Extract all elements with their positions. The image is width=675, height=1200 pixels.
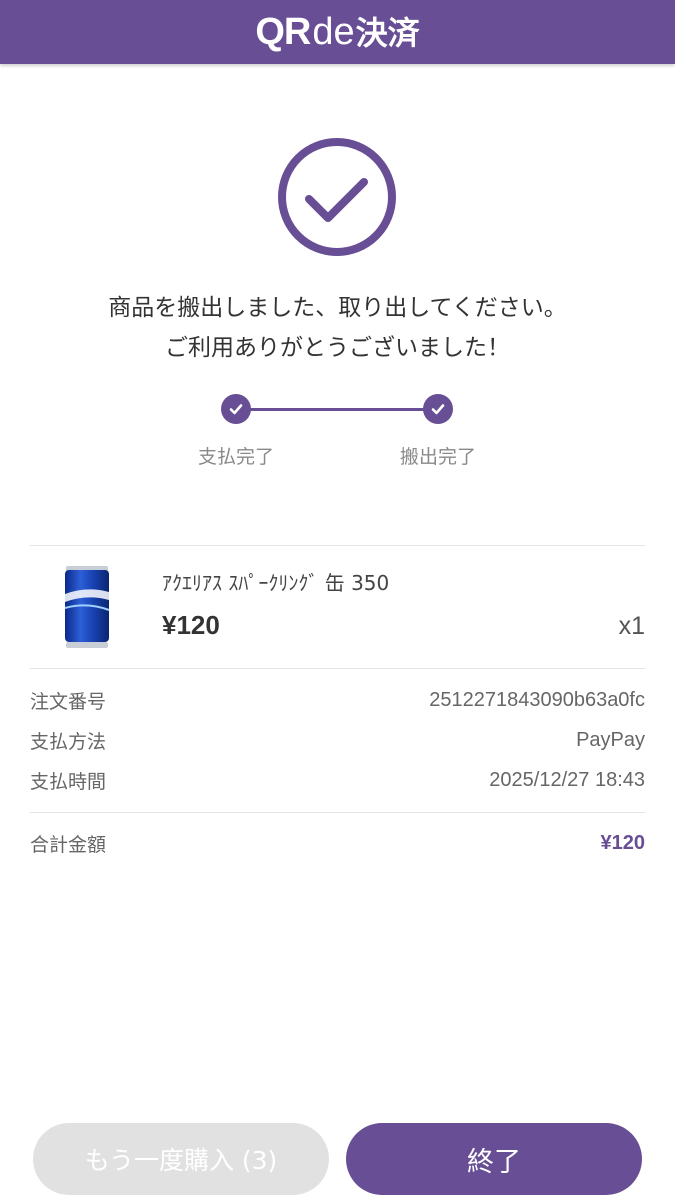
app-logo: QR de 決済 (255, 13, 419, 51)
app-header: QR de 決済 (0, 0, 675, 64)
order-number-row: 注文番号 2512271843090b63a0fc (30, 685, 645, 715)
logo-de-text: de (312, 11, 355, 53)
divider-product (30, 668, 645, 669)
order-number-label: 注文番号 (30, 690, 107, 713)
step-payment-label: 支払完了 (197, 446, 274, 468)
product-price: ¥120 (162, 610, 220, 640)
divider-top (30, 545, 645, 546)
logo-kessai-text: 決済 (355, 14, 420, 52)
divider-total (30, 812, 645, 813)
product-quantity: x1 (618, 612, 645, 640)
payment-time-value: 2025/12/27 18:43 (489, 768, 645, 791)
payment-time-row: 支払時間 2025/12/27 18:43 (30, 765, 645, 795)
product-name: ｱｸｴﾘｱｽ ｽﾊﾟｰｸﾘﾝｸﾞ 缶 350 (162, 571, 390, 595)
total-row: 合計金額 ¥120 (30, 828, 645, 858)
progress-steps: 支払完了 搬出完了 (0, 392, 675, 482)
payment-method-label: 支払方法 (30, 730, 107, 753)
finish-button[interactable]: 終了 (346, 1123, 642, 1195)
product-image (64, 566, 110, 648)
logo-qr-text: QR (255, 11, 311, 53)
step-dispense-check-icon (423, 394, 453, 424)
completion-message-line2: ご利用ありがとうございました！ (165, 335, 510, 361)
step-dispense-label: 搬出完了 (399, 446, 476, 468)
completion-message-line1: 商品を搬出しました、取り出してください。 (108, 295, 567, 321)
buy-again-button[interactable]: もう一度購入 (3) (33, 1123, 329, 1195)
completion-message: 商品を搬出しました、取り出してください。 ご利用ありがとうございました！ (0, 288, 675, 368)
total-value: ¥120 (600, 831, 646, 854)
payment-method-row: 支払方法 PayPay (30, 725, 645, 755)
check-circle-icon (278, 138, 396, 256)
payment-time-label: 支払時間 (30, 770, 107, 793)
payment-method-value: PayPay (576, 728, 645, 751)
total-label: 合計金額 (30, 833, 107, 856)
order-number-value: 2512271843090b63a0fc (429, 688, 645, 711)
step-connector-line (236, 408, 438, 411)
step-payment-check-icon (221, 394, 251, 424)
